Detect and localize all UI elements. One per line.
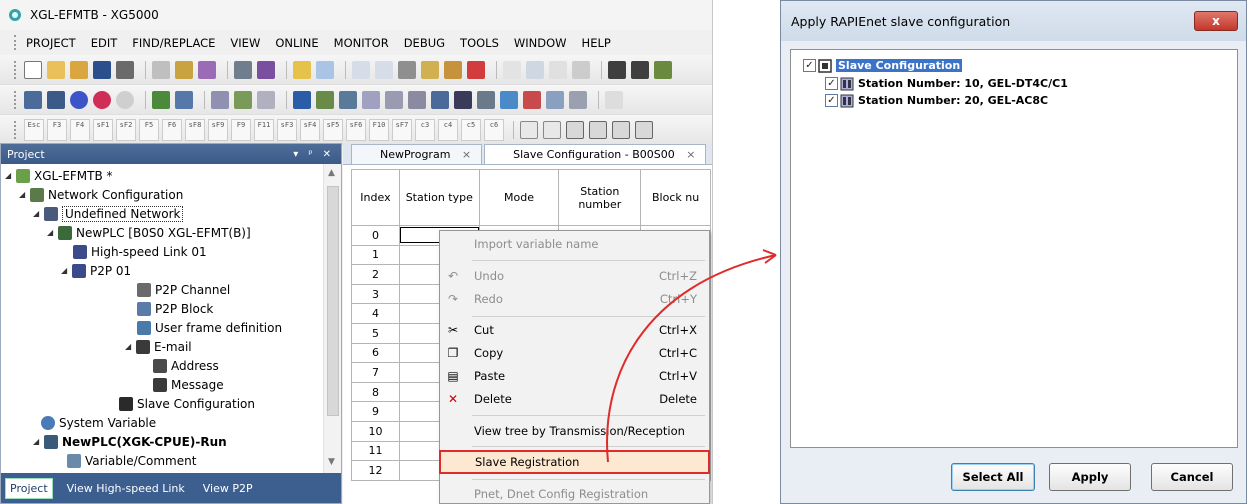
tree-item-station-10[interactable]: ✓ Station Number: 10, GEL-DT4C/C1	[825, 75, 1068, 92]
checkbox-slave-configuration[interactable]: ✓	[803, 59, 816, 72]
cancel-button[interactable]: Cancel	[1151, 463, 1233, 491]
dialog-close-button[interactable]: x	[1194, 11, 1238, 31]
tree-item-station-20[interactable]: ✓ Station Number: 20, GEL-AC8C	[825, 92, 1048, 109]
slave-config-icon	[818, 58, 832, 73]
station-module-icon	[840, 77, 854, 90]
checkbox-station-10[interactable]: ✓	[825, 77, 838, 90]
apply-button[interactable]: Apply	[1049, 463, 1131, 491]
dialog-title-bar: Apply RAPIEnet slave configuration x	[781, 1, 1246, 41]
slave-configuration-tree: ✓ Slave Configuration ✓ Station Number: …	[790, 49, 1238, 448]
apply-slave-configuration-dialog: Apply RAPIEnet slave configuration x ✓ S…	[780, 0, 1247, 504]
annotation-arrow-line	[606, 254, 777, 463]
dialog-title: Apply RAPIEnet slave configuration	[791, 13, 1011, 29]
station-module-icon	[840, 94, 854, 107]
select-all-button[interactable]: Select All	[951, 463, 1035, 491]
checkbox-station-20[interactable]: ✓	[825, 94, 838, 107]
tree-item-slave-configuration-root[interactable]: ✓ Slave Configuration	[803, 57, 963, 74]
